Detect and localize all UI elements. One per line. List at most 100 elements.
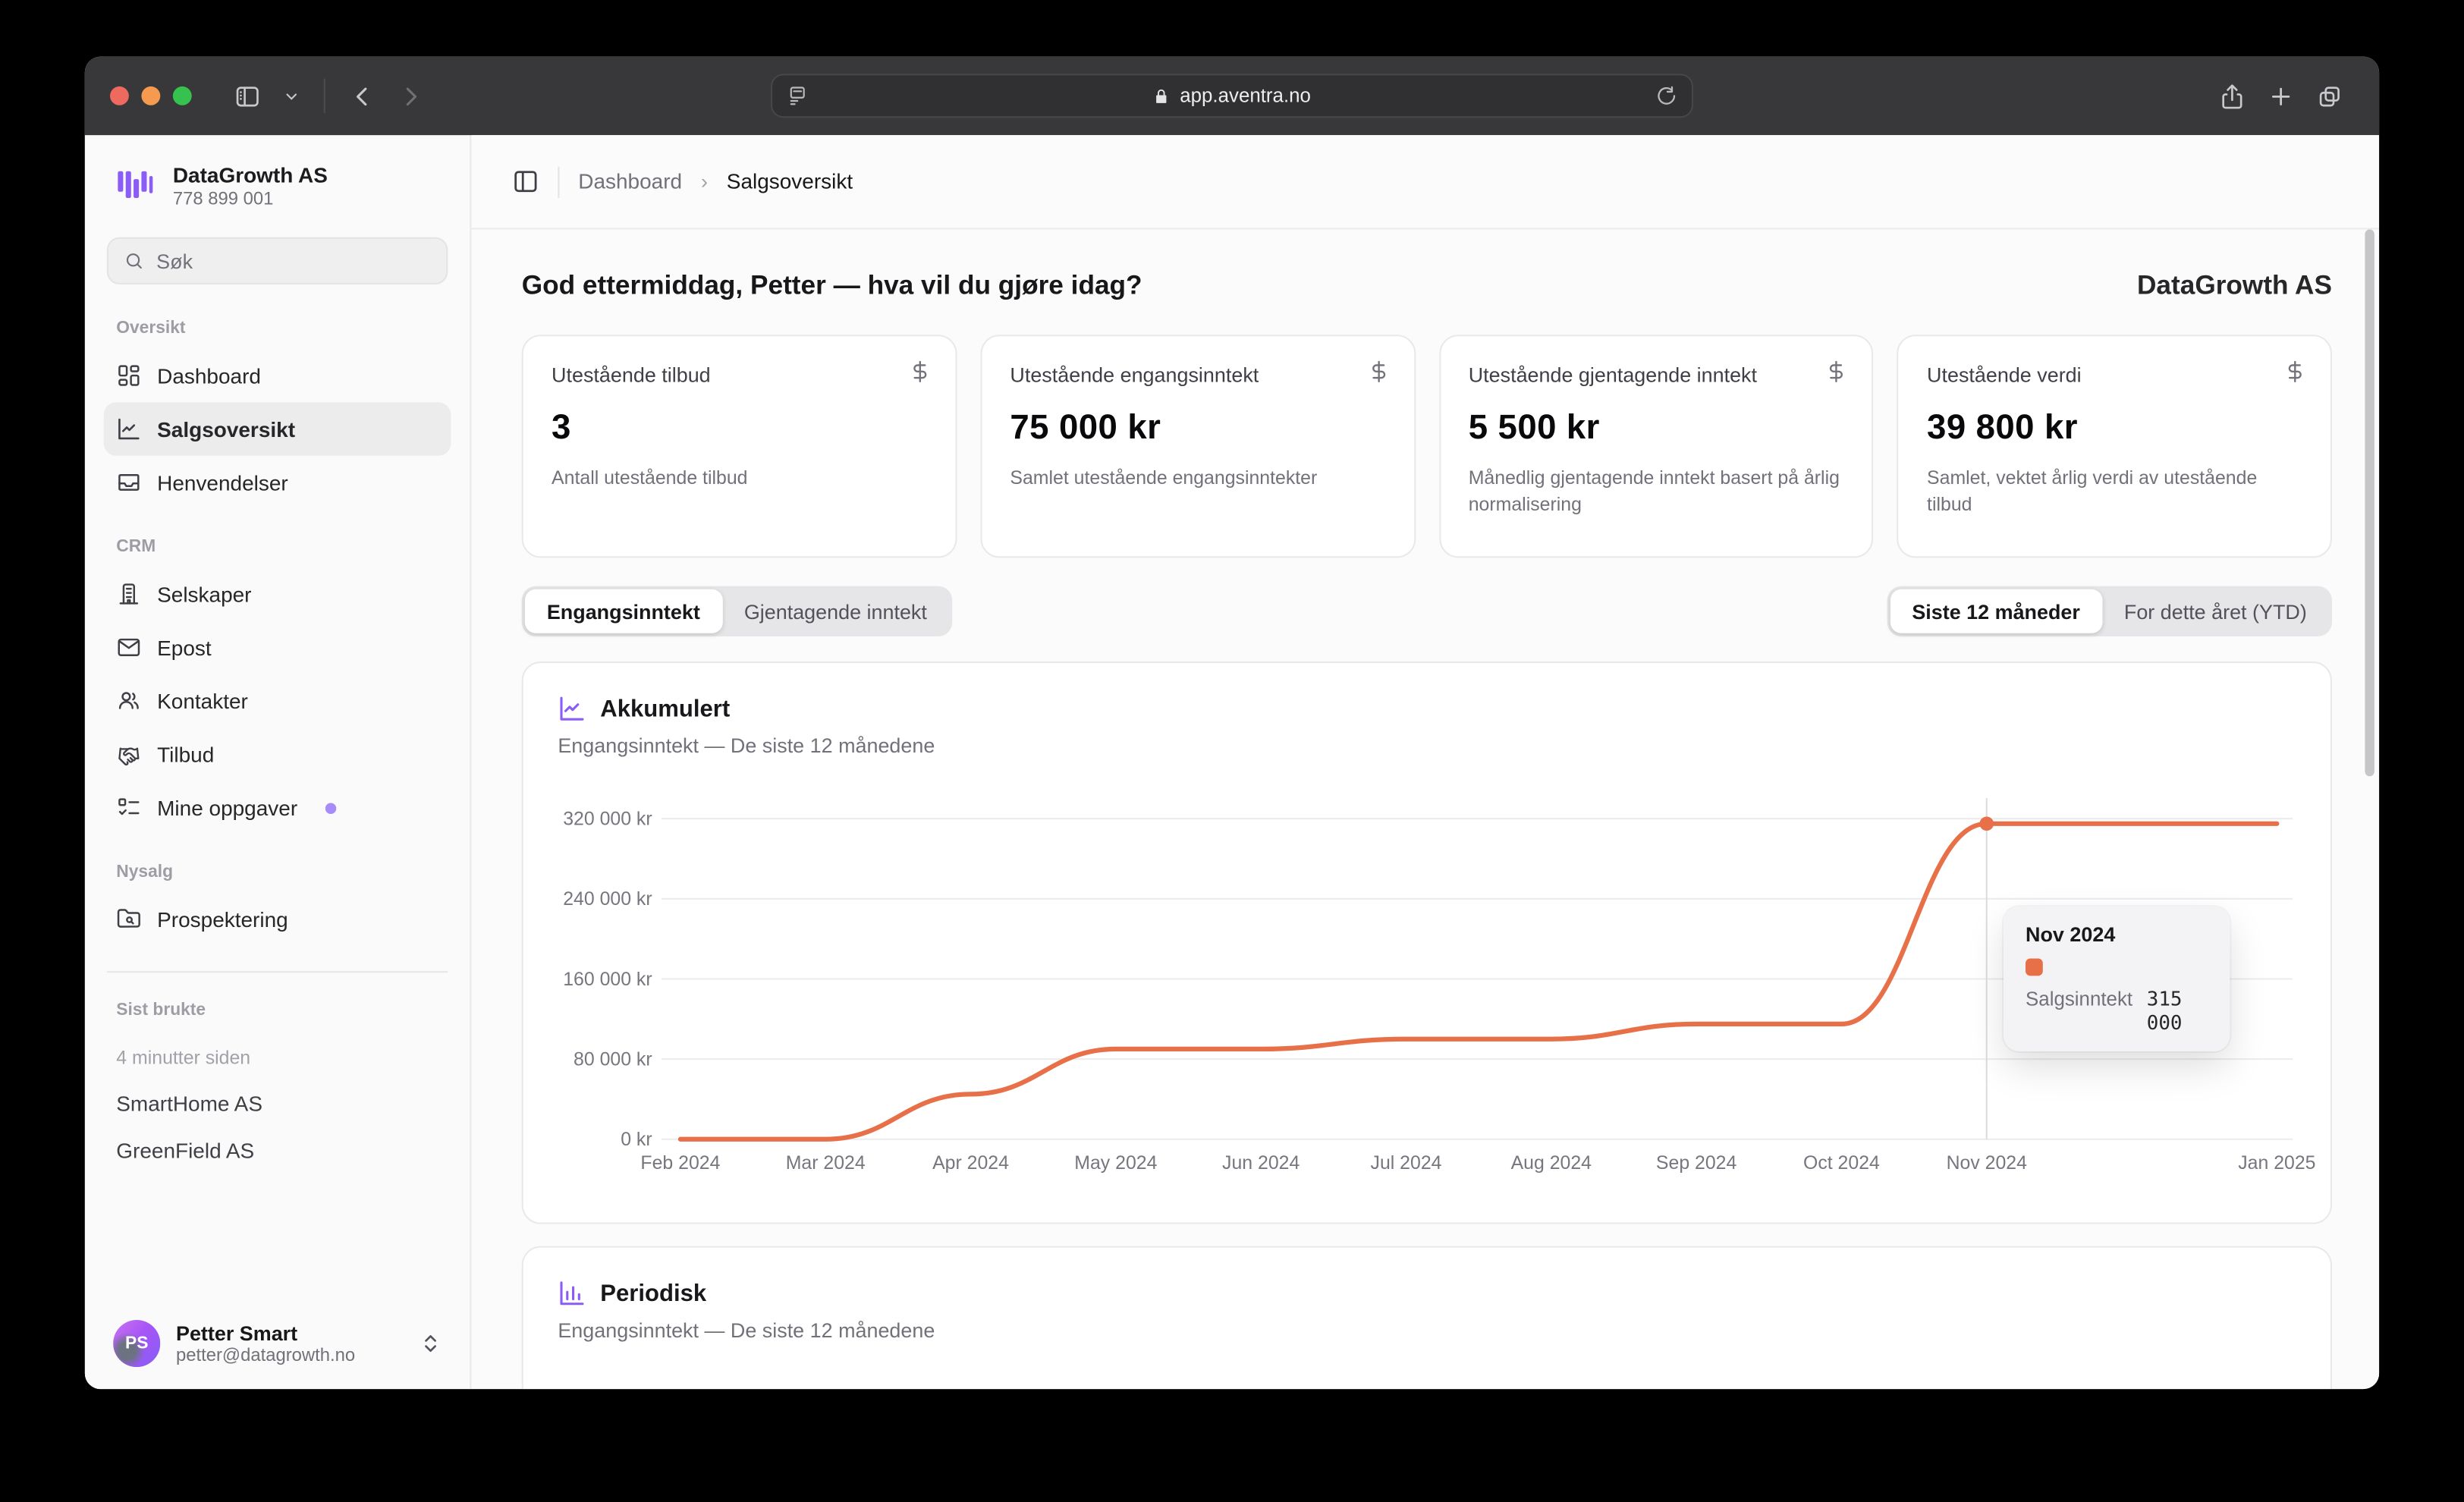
- recent-item[interactable]: GreenField AS: [116, 1139, 438, 1163]
- chevron-down-icon[interactable]: [283, 87, 300, 105]
- handshake-icon: [116, 742, 141, 767]
- sidebar-item-mine-oppgaver[interactable]: Mine oppgaver: [104, 781, 451, 834]
- kpi-description: Samlet, vektet årlig verdi av utestående…: [1927, 465, 2302, 520]
- user-menu[interactable]: PS Petter Smart petter@datagrowth.no: [104, 1307, 451, 1370]
- org-number: 778 899 001: [173, 190, 328, 209]
- kpi-value: 3: [552, 407, 927, 448]
- chevrons-up-down-icon: [420, 1333, 442, 1355]
- breadcrumb-current: Salgsoversikt: [727, 170, 853, 193]
- tooltip-series-label: Salgsinntekt: [2026, 988, 2132, 1010]
- sidebar-item-prospektering[interactable]: Prospektering: [104, 893, 451, 946]
- sidebar-item-kontakter[interactable]: Kontakter: [104, 674, 451, 727]
- svg-text:Apr 2024: Apr 2024: [932, 1153, 1009, 1174]
- company-label: DataGrowth AS: [2137, 270, 2332, 301]
- period-toggle: Siste 12 måneder For dette året (YTD): [1887, 586, 2332, 636]
- sidebar-item-henvendelser[interactable]: Henvendelser: [104, 456, 451, 509]
- search-box[interactable]: [107, 237, 448, 284]
- app-shell: DataGrowth AS 778 899 001 Oversikt Dashb…: [85, 135, 2379, 1389]
- traffic-lights: [110, 86, 192, 105]
- svg-text:Nov 2024: Nov 2024: [1947, 1153, 2028, 1174]
- panel-toggle-icon[interactable]: [512, 168, 539, 195]
- main-content: Dashboard › Salgsoversikt God ettermidda…: [471, 135, 2379, 1389]
- scrollbar-thumb[interactable]: [2365, 229, 2374, 776]
- dashboard-icon: [116, 363, 141, 388]
- avatar: PS: [113, 1320, 160, 1367]
- toolbar-divider: [324, 79, 325, 114]
- dollar-icon: [908, 360, 932, 383]
- toggle-siste-12-maneder[interactable]: Siste 12 måneder: [1890, 589, 2102, 633]
- svg-text:320 000 kr: 320 000 kr: [563, 809, 652, 829]
- url-bar[interactable]: app.aventra.no: [771, 74, 1693, 118]
- chart-subtitle: Engangsinntekt — De siste 12 månedene: [558, 734, 2296, 757]
- toggle-gjentagende-inntekt[interactable]: Gjentagende inntekt: [722, 589, 949, 633]
- section-label-oversikt: Oversikt: [116, 319, 438, 338]
- page-settings-icon[interactable]: [787, 85, 809, 107]
- new-tab-icon[interactable]: [2268, 83, 2294, 109]
- sidebar-item-salgsoversikt[interactable]: Salgsoversikt: [104, 403, 451, 456]
- svg-text:Jun 2024: Jun 2024: [1222, 1153, 1300, 1174]
- recent-timestamp: 4 minutter siden: [116, 1047, 438, 1069]
- bar-chart-icon: [558, 1279, 586, 1307]
- chart-title: Periodisk: [600, 1280, 706, 1306]
- task-notification-dot: [325, 803, 336, 813]
- forward-button[interactable]: [398, 83, 424, 109]
- section-label-nysalg: Nysalg: [116, 863, 438, 882]
- tooltip-month: Nov 2024: [2026, 922, 2208, 946]
- kpi-title: Utestående gjentagende inntekt: [1469, 363, 1844, 386]
- sidebar-item-label: Prospektering: [157, 908, 288, 932]
- sidebar-item-tilbud[interactable]: Tilbud: [104, 727, 451, 781]
- recent-item[interactable]: SmartHome AS: [116, 1092, 438, 1116]
- close-button[interactable]: [110, 86, 129, 105]
- breadcrumb-parent[interactable]: Dashboard: [578, 170, 682, 193]
- toolbar-right: [2208, 83, 2354, 109]
- kpi-card-utestaende-verdi: Utestående verdi 39 800 kr Samlet, vekte…: [1897, 335, 2332, 558]
- page: God ettermiddag, Petter — hva vil du gjø…: [471, 229, 2379, 1389]
- toggle-engangsinntekt[interactable]: Engangsinntekt: [525, 589, 722, 633]
- svg-text:Jan 2025: Jan 2025: [2238, 1153, 2315, 1174]
- sidebar-item-dashboard[interactable]: Dashboard: [104, 349, 451, 402]
- org-switcher[interactable]: DataGrowth AS 778 899 001: [104, 157, 451, 212]
- svg-text:Sep 2024: Sep 2024: [1656, 1153, 1737, 1174]
- back-button[interactable]: [349, 83, 376, 109]
- breadcrumb-divider: [558, 166, 559, 197]
- kpi-value: 75 000 kr: [1010, 407, 1385, 448]
- reload-icon[interactable]: [1655, 85, 1677, 107]
- inbox-icon: [116, 470, 141, 495]
- section-label-crm: CRM: [116, 538, 438, 557]
- share-icon[interactable]: [2219, 83, 2246, 109]
- dollar-icon: [1824, 360, 1848, 383]
- tab-overview-icon[interactable]: [2316, 83, 2343, 109]
- toggle-ytd[interactable]: For dette året (YTD): [2102, 589, 2329, 633]
- minimize-button[interactable]: [141, 86, 160, 105]
- lock-icon: [1153, 87, 1171, 105]
- sidebar-toggle-icon[interactable]: [234, 83, 261, 109]
- kpi-card-utestaende-engangsinntekt: Utestående engangsinntekt 75 000 kr Saml…: [980, 335, 1415, 558]
- svg-text:Aug 2024: Aug 2024: [1511, 1153, 1592, 1174]
- kpi-description: Månedlig gjentagende inntekt basert på å…: [1469, 465, 1844, 520]
- kpi-value: 39 800 kr: [1927, 407, 2302, 448]
- search-input[interactable]: [156, 250, 430, 273]
- income-type-toggle: Engangsinntekt Gjentagende inntekt: [522, 586, 952, 636]
- sidebar-item-epost[interactable]: Epost: [104, 621, 451, 674]
- task-list-icon: [116, 796, 141, 821]
- sidebar-item-label: Kontakter: [157, 690, 248, 713]
- sidebar-item-label: Salgsoversikt: [157, 417, 295, 441]
- svg-text:160 000 kr: 160 000 kr: [563, 969, 652, 990]
- kpi-description: Samlet utestående engangsinntekter: [1010, 465, 1385, 492]
- zoom-button[interactable]: [173, 86, 192, 105]
- desktop: app.aventra.no D: [0, 0, 2464, 1502]
- periodic-chart-card: Periodisk Engangsinntekt — De siste 12 m…: [522, 1246, 2332, 1389]
- section-label-sist-brukte: Sist brukte: [116, 1001, 438, 1020]
- svg-text:80 000 kr: 80 000 kr: [574, 1049, 652, 1070]
- sidebar-item-label: Henvendelser: [157, 471, 288, 495]
- chart-tooltip: Nov 2024 Salgsinntekt 315 000: [2004, 907, 2230, 1051]
- kpi-value: 5 500 kr: [1469, 407, 1844, 448]
- page-greeting: God ettermiddag, Petter — hva vil du gjø…: [522, 270, 1142, 301]
- kpi-title: Utestående verdi: [1927, 363, 2302, 386]
- svg-text:May 2024: May 2024: [1074, 1153, 1157, 1174]
- kpi-card-utestaende-gjentagende-inntekt: Utestående gjentagende inntekt 5 500 kr …: [1438, 335, 1873, 558]
- accumulated-chart-card: Akkumulert Engangsinntekt — De siste 12 …: [522, 661, 2332, 1224]
- sidebar-item-selskaper[interactable]: Selskaper: [104, 567, 451, 621]
- dollar-icon: [2283, 360, 2307, 383]
- search-icon: [124, 250, 144, 272]
